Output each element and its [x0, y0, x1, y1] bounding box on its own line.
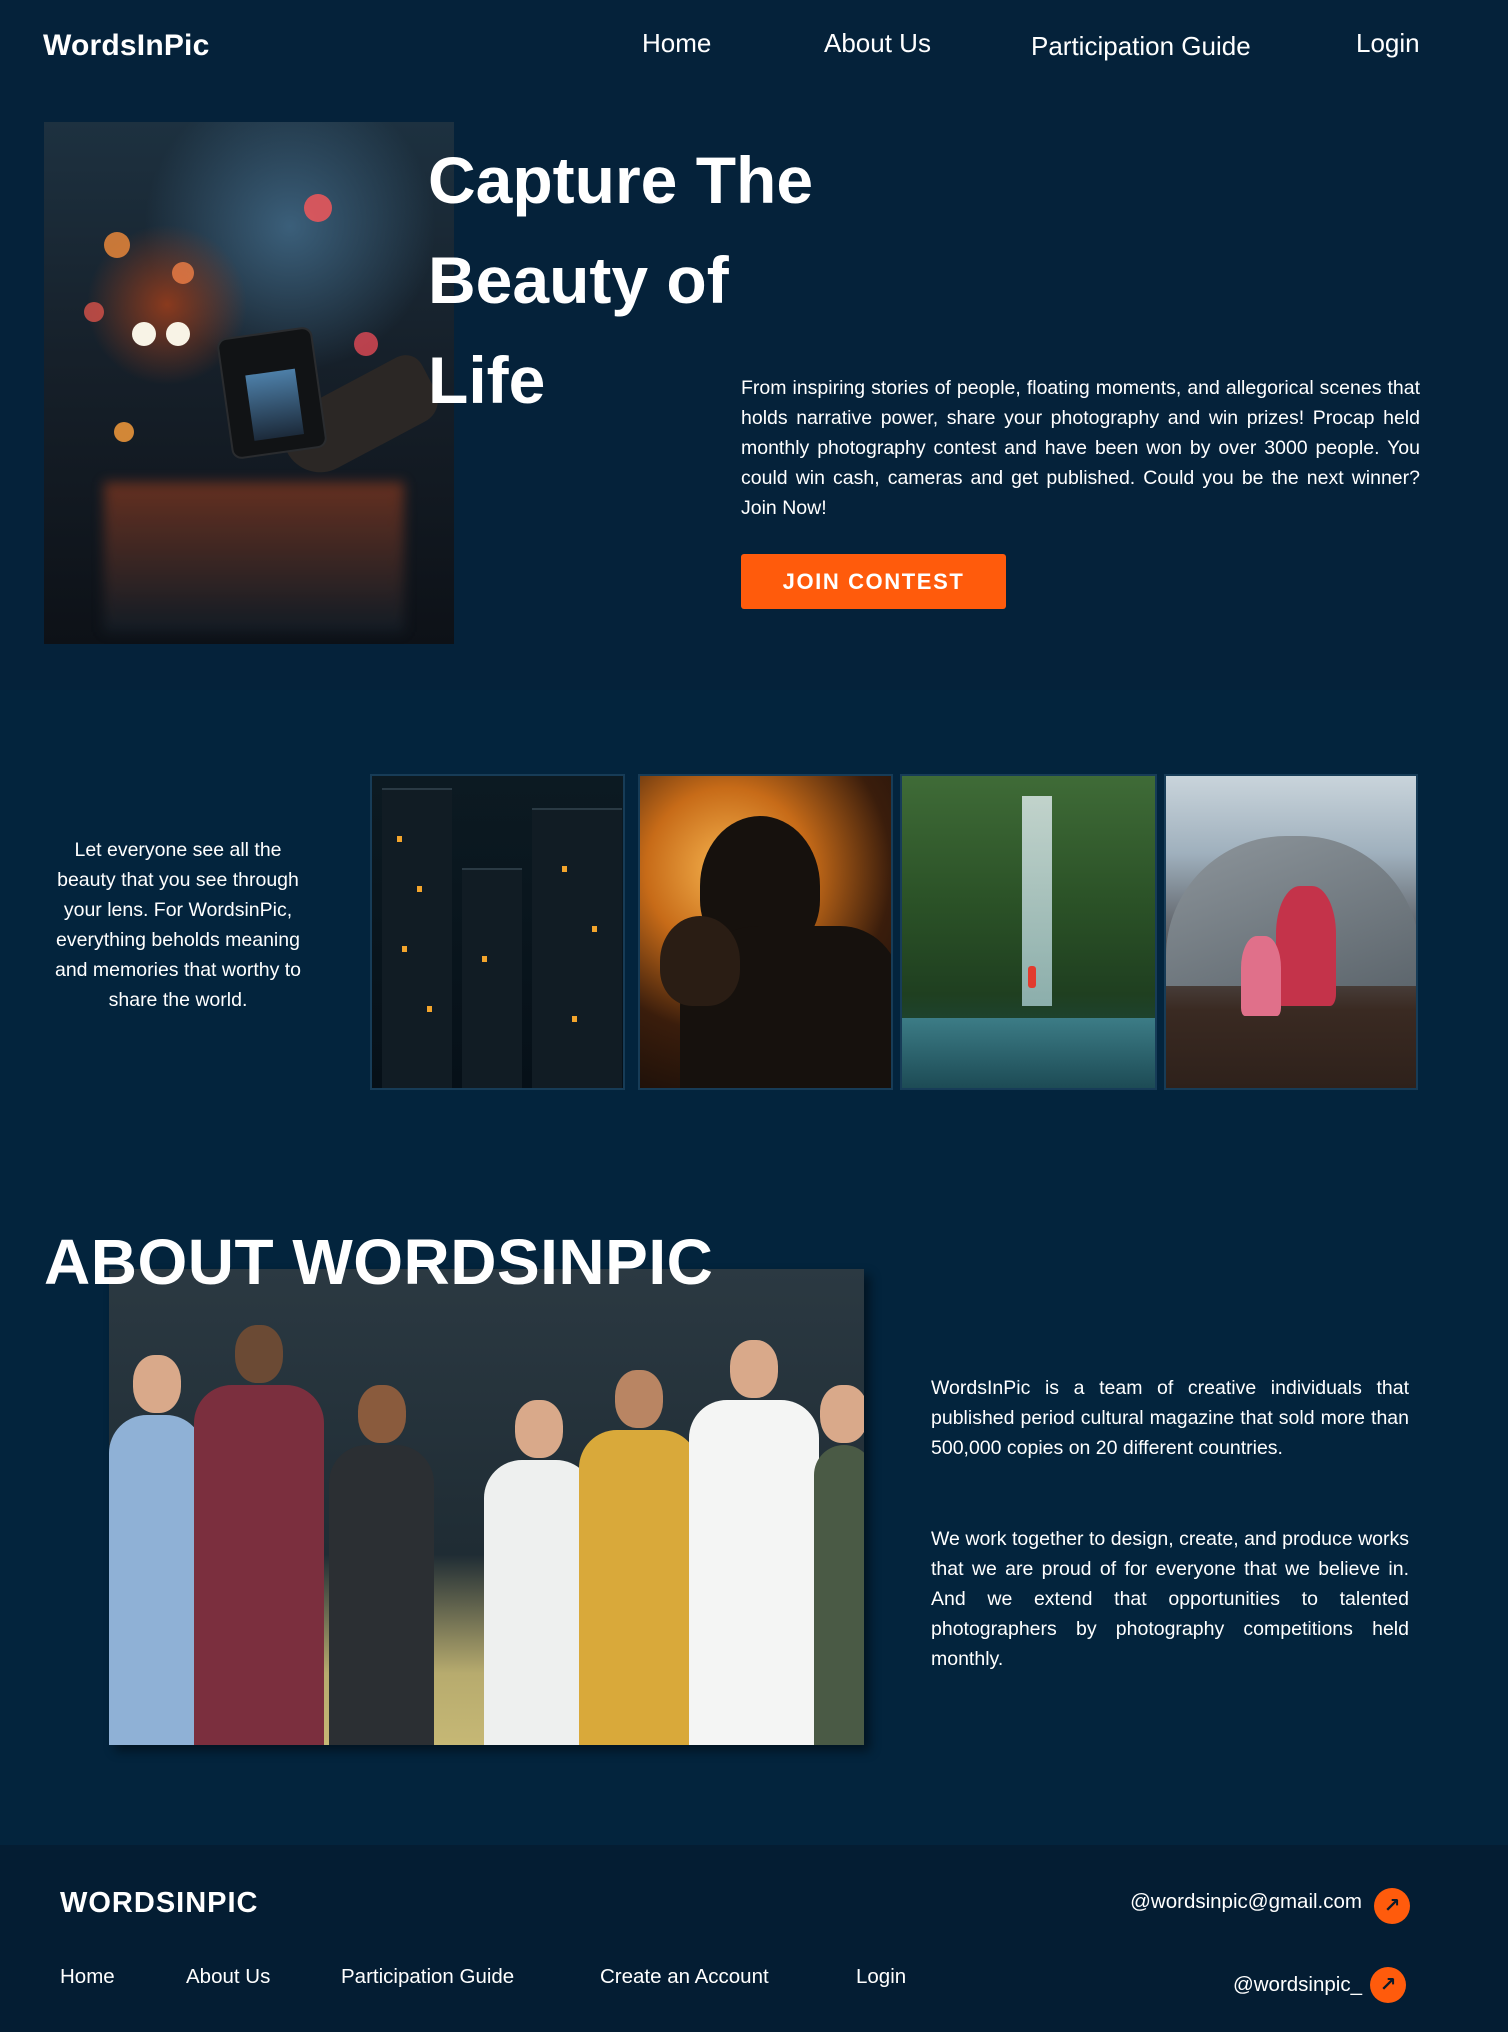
site-logo[interactable]: WordsInPic — [43, 29, 209, 63]
head — [615, 1370, 663, 1428]
head — [235, 1325, 283, 1383]
about-paragraph: WordsInPic is a team of creative individ… — [931, 1377, 1409, 1459]
team-member — [689, 1340, 819, 1745]
social-handle-link[interactable]: @wordsinpic_ — [1233, 1973, 1362, 1997]
about-title: ABOUT WORDSINPIC — [44, 1226, 714, 1298]
footer-link-create-account[interactable]: Create an Account — [600, 1965, 769, 1989]
nav-participation-guide[interactable]: Participation Guide — [1031, 31, 1251, 62]
team-member — [579, 1370, 699, 1745]
person-figure — [1276, 886, 1336, 1006]
team-member — [109, 1355, 204, 1745]
hero-camera-photo — [44, 122, 454, 644]
nav-home[interactable]: Home — [642, 28, 711, 59]
nav-login[interactable]: Login — [1356, 28, 1420, 59]
hero-title-line: Capture The — [428, 143, 814, 217]
building — [462, 868, 522, 1088]
gallery-photo-father-child[interactable] — [638, 774, 893, 1090]
team-member — [194, 1325, 324, 1745]
building — [532, 808, 622, 1088]
lit-window — [562, 866, 567, 872]
gallery-photo-waterfall[interactable] — [900, 774, 1157, 1090]
torso — [579, 1430, 699, 1745]
lit-window — [592, 926, 597, 932]
head — [357, 1385, 406, 1443]
team-member — [329, 1385, 434, 1745]
bokeh-light — [132, 322, 156, 346]
torso — [329, 1445, 434, 1745]
street-reflection — [104, 482, 404, 632]
waterfall — [1022, 796, 1052, 1006]
river — [902, 1018, 1155, 1088]
footer-logo[interactable]: WORDSINPIC — [60, 1887, 259, 1920]
footer: WORDSINPIC Home About Us Participation G… — [0, 1845, 1508, 2032]
camera-screen — [245, 368, 305, 441]
footer-link-home[interactable]: Home — [60, 1965, 115, 1989]
bokeh-light — [304, 194, 332, 222]
gallery-description: Let everyone see all the beauty that you… — [54, 839, 302, 1011]
hero-title-line: Life — [428, 343, 546, 417]
arrow-up-right-icon[interactable]: ↗ — [1374, 1888, 1410, 1924]
hero-section: WordsInPic Home About Us Participation G… — [0, 0, 1508, 690]
lit-window — [417, 886, 422, 892]
bokeh-light — [104, 232, 130, 258]
building — [382, 788, 452, 1088]
nav-about-us[interactable]: About Us — [824, 28, 931, 59]
arrow-up-right-icon[interactable]: ↗ — [1370, 1967, 1406, 2003]
lit-window — [482, 956, 487, 962]
bokeh-light — [166, 322, 190, 346]
lit-window — [402, 946, 407, 952]
head — [730, 1340, 778, 1398]
lit-window — [397, 836, 402, 842]
torso — [484, 1460, 594, 1745]
torso — [109, 1415, 204, 1745]
torso — [194, 1385, 324, 1745]
lit-window — [427, 1006, 432, 1012]
team-member — [484, 1400, 594, 1745]
join-contest-button[interactable]: JOIN CONTEST — [741, 554, 1006, 609]
lit-window — [572, 1016, 577, 1022]
baby-silhouette — [660, 916, 740, 1006]
head — [132, 1355, 181, 1413]
hero-title-line: Beauty of — [428, 243, 729, 317]
child-figure — [1241, 936, 1281, 1016]
team-photo — [109, 1269, 864, 1745]
head — [820, 1385, 864, 1443]
footer-link-about-us[interactable]: About Us — [186, 1965, 270, 1989]
torso — [814, 1445, 864, 1745]
bokeh-light — [354, 332, 378, 356]
bokeh-light — [84, 302, 104, 322]
footer-link-login[interactable]: Login — [856, 1965, 906, 1989]
team-member — [814, 1385, 864, 1745]
hero-description: From inspiring stories of people, floati… — [741, 377, 1420, 519]
head — [515, 1400, 563, 1458]
email-link[interactable]: @wordsinpic@gmail.com — [1130, 1890, 1362, 1914]
about-paragraph: We work together to design, create, and … — [931, 1528, 1409, 1670]
bokeh-light — [172, 262, 194, 284]
camera — [215, 325, 329, 461]
gallery-photo-city-night[interactable] — [370, 774, 625, 1090]
bokeh-light — [114, 422, 134, 442]
footer-link-participation-guide[interactable]: Participation Guide — [341, 1965, 514, 1989]
gallery-photo-children-tent[interactable] — [1164, 774, 1418, 1090]
hiker — [1028, 966, 1036, 988]
torso — [689, 1400, 819, 1745]
